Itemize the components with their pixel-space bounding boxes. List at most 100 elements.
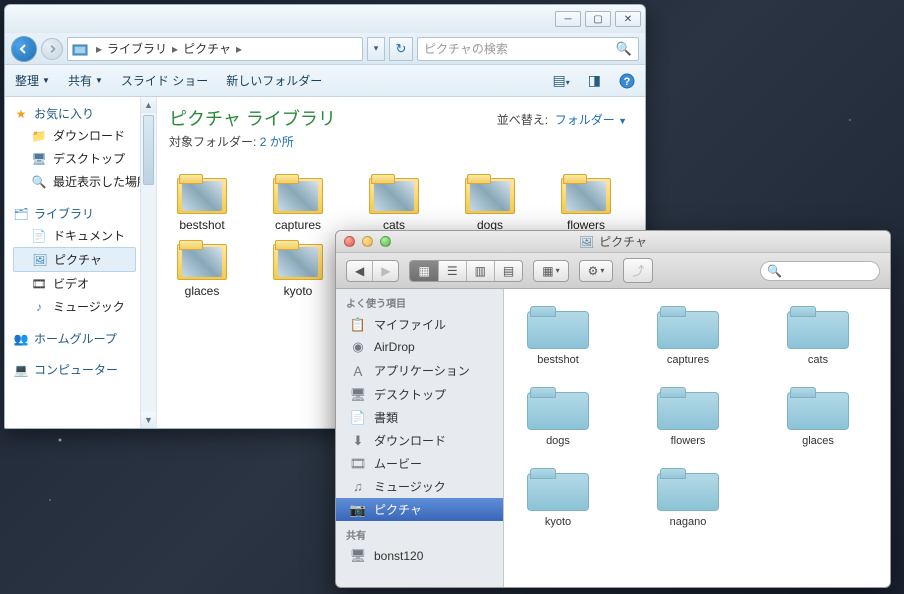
library-icon [72, 42, 88, 56]
folder-item[interactable]: dogs [457, 172, 523, 232]
sidebar-item-downloads[interactable]: ⬇ダウンロード [336, 429, 503, 452]
arrange-button[interactable]: ▦ ▾ [533, 260, 568, 282]
back-button[interactable]: ◀ [347, 261, 373, 281]
share-button[interactable]: ⤴ [623, 258, 653, 283]
sidebar-item-desktop[interactable]: 🖥デスクトップ [13, 147, 154, 170]
folder-item[interactable]: flowers [648, 384, 728, 447]
sidebar-item-shared-host[interactable]: 🖥bonst120 [336, 545, 503, 567]
breadcrumb-seg-libraries[interactable]: ライブラリ [104, 40, 170, 57]
folder-icon [657, 465, 719, 511]
forward-button[interactable] [41, 38, 63, 60]
folder-item[interactable]: dogs [518, 384, 598, 447]
organize-menu[interactable]: 整理▼ [15, 72, 50, 89]
folder-item[interactable]: glaces [169, 238, 235, 298]
library-subtitle: 対象フォルダー: 2 か所 [169, 133, 633, 150]
folder-label: captures [275, 218, 321, 232]
icon-view-button[interactable]: ▦ [410, 261, 438, 281]
folder-label: dogs [546, 435, 570, 447]
chevron-down-icon: ▼ [618, 116, 627, 126]
airdrop-icon: ◉ [350, 339, 366, 355]
folder-icon [527, 465, 589, 511]
folder-item[interactable]: bestshot [169, 172, 235, 232]
folder-item[interactable]: captures [648, 303, 728, 366]
folder-icon [657, 303, 719, 349]
breadcrumb[interactable]: ▸ ライブラリ ▸ ピクチャ ▸ [67, 37, 363, 61]
back-button[interactable] [11, 36, 37, 62]
share-menu[interactable]: 共有▼ [68, 72, 103, 89]
sidebar-computer-header[interactable]: 💻コンピューター [13, 359, 154, 380]
homegroup-icon: 👥 [13, 332, 29, 346]
scroll-down-icon[interactable]: ▼ [141, 412, 156, 428]
download-icon: ⬇ [350, 433, 366, 449]
sidebar-item-music[interactable]: ♫ミュージック [336, 475, 503, 498]
sidebar-item-recent[interactable]: 🔍最近表示した場所 [13, 170, 154, 193]
chevron-right-icon: ▸ [234, 42, 244, 56]
desktop-icon: 🖥 [350, 387, 366, 403]
minimize-button[interactable] [362, 236, 373, 247]
sidebar-item-documents[interactable]: 📄ドキュメント [13, 224, 154, 247]
slideshow-button[interactable]: スライド ショー [121, 72, 208, 89]
sidebar-item-music[interactable]: ♪ミュージック [13, 295, 154, 318]
folder-icon: 📁 [31, 129, 47, 143]
folder-item[interactable]: bestshot [518, 303, 598, 366]
sidebar-item-airdrop[interactable]: ◉AirDrop [336, 336, 503, 358]
sidebar-item-pictures[interactable]: 📷ピクチャ [336, 498, 503, 521]
search-input[interactable]: 🔍 [760, 261, 880, 281]
sidebar-item-myfiles[interactable]: 📋マイファイル [336, 313, 503, 336]
close-button[interactable]: ✕ [615, 11, 641, 27]
column-view-button[interactable]: ▥ [467, 261, 495, 281]
folder-label: flowers [671, 435, 706, 447]
folder-item[interactable]: captures [265, 172, 331, 232]
sidebar-item-applications[interactable]: Ａアプリケーション [336, 358, 503, 383]
library-icon: 🗂 [13, 207, 29, 221]
refresh-button[interactable]: ↻ [389, 37, 413, 61]
document-icon: 📄 [31, 229, 47, 243]
folder-item[interactable]: kyoto [265, 238, 331, 298]
scroll-up-icon[interactable]: ▲ [141, 97, 156, 113]
maximize-button[interactable]: ▢ [585, 11, 611, 27]
folder-item[interactable]: kyoto [518, 465, 598, 528]
breadcrumb-dropdown[interactable]: ▾ [367, 37, 385, 61]
help-button[interactable]: ? [619, 73, 635, 89]
sidebar-scrollbar[interactable]: ▲ ▼ [140, 97, 156, 428]
view-mode-buttons: ▦ ☰ ▥ ▤ [409, 260, 523, 282]
folder-icon [527, 384, 589, 430]
sidebar-item-documents[interactable]: 📄書類 [336, 406, 503, 429]
sidebar-favorites-label: よく使う項目 [336, 289, 503, 313]
folder-item[interactable]: nagano [648, 465, 728, 528]
folder-item[interactable]: cats [778, 303, 858, 366]
coverflow-view-button[interactable]: ▤ [495, 261, 522, 281]
sidebar-item-movies[interactable]: 🎞ムービー [336, 452, 503, 475]
sidebar-libraries-header[interactable]: 🗂ライブラリ [13, 203, 154, 224]
view-options-button[interactable]: ▤▾ [553, 72, 570, 89]
arrow-left-icon [18, 43, 30, 55]
sidebar-item-pictures[interactable]: 🖼ピクチャ [13, 247, 136, 272]
zoom-button[interactable] [380, 236, 391, 247]
forward-button[interactable]: ▶ [373, 261, 398, 281]
minimize-button[interactable]: ─ [555, 11, 581, 27]
library-locations-link[interactable]: 2 か所 [260, 135, 294, 149]
sidebar-shared-label: 共有 [336, 521, 503, 545]
scrollbar-thumb[interactable] [143, 115, 154, 185]
folder-item[interactable]: glaces [778, 384, 858, 447]
folder-icon [787, 384, 849, 430]
computer-icon: 🖥 [350, 548, 366, 564]
document-icon: 📄 [350, 410, 366, 426]
folder-label: captures [667, 354, 709, 366]
sidebar-item-videos[interactable]: 🎞ビデオ [13, 272, 154, 295]
sort-control[interactable]: 並べ替え: フォルダー ▼ [497, 111, 627, 128]
list-view-button[interactable]: ☰ [439, 261, 467, 281]
breadcrumb-seg-pictures[interactable]: ピクチャ [180, 40, 234, 57]
sidebar-favorites-header[interactable]: ★お気に入り [13, 103, 154, 124]
search-input[interactable]: ピクチャの検索 🔍 [417, 37, 639, 61]
sidebar-item-downloads[interactable]: 📁ダウンロード [13, 124, 154, 147]
sidebar-item-desktop[interactable]: 🖥デスクトップ [336, 383, 503, 406]
new-folder-button[interactable]: 新しいフォルダー [226, 72, 322, 89]
folder-item[interactable]: flowers [553, 172, 619, 232]
preview-pane-button[interactable]: ◨ [588, 72, 601, 89]
folder-item[interactable]: cats [361, 172, 427, 232]
close-button[interactable] [344, 236, 355, 247]
folder-icon [657, 384, 719, 430]
action-button[interactable]: ⚙ ▾ [579, 260, 614, 282]
sidebar-homegroup-header[interactable]: 👥ホームグループ [13, 328, 154, 349]
